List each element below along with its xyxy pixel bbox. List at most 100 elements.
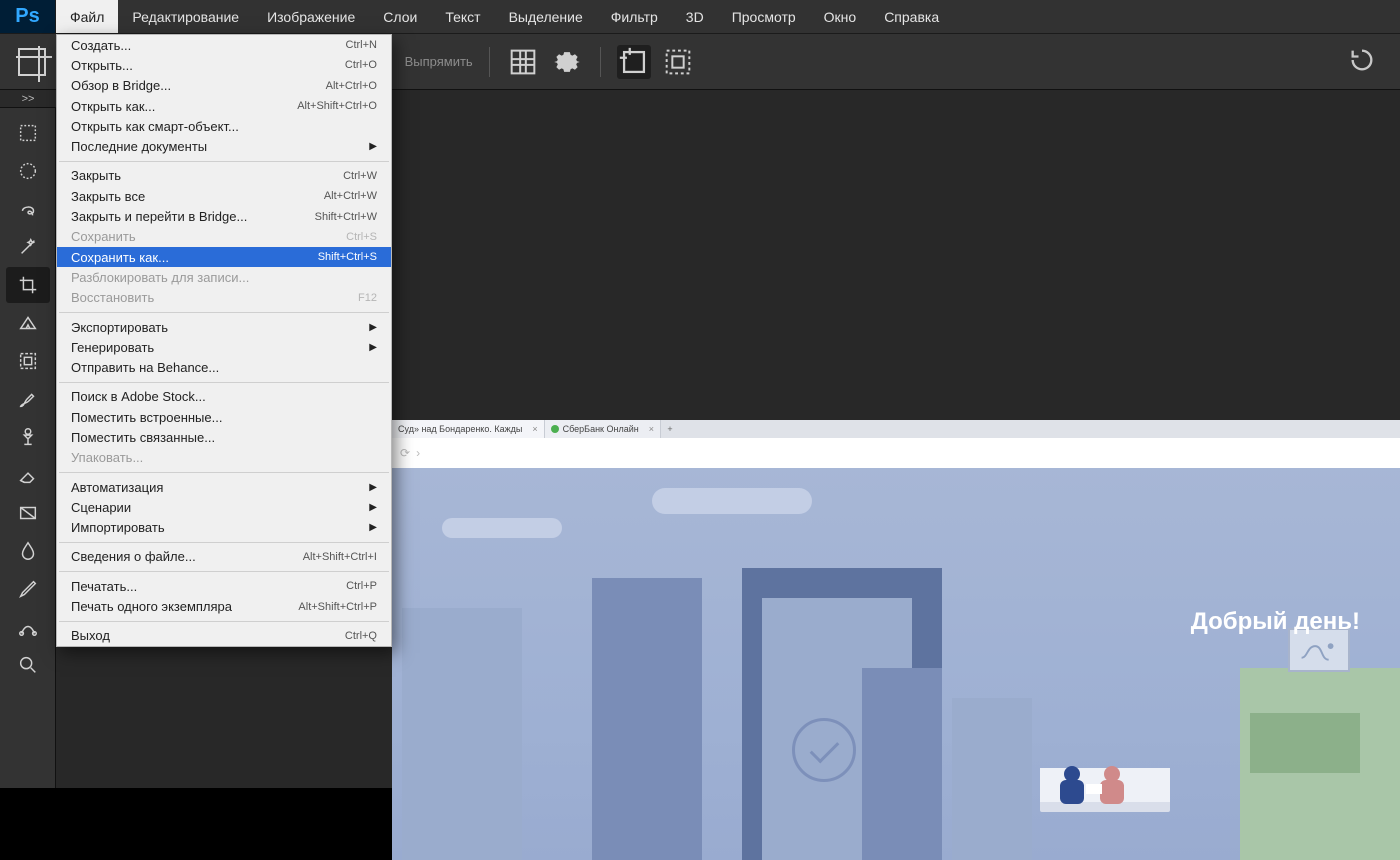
menu-item-label: Закрыть (71, 168, 121, 183)
menu-item-shortcut: Ctrl+P (346, 580, 377, 592)
menu-separator (59, 472, 389, 473)
menu-item[interactable]: Последние документы▶ (57, 136, 391, 156)
menu-item-shortcut: F12 (358, 292, 377, 304)
browser-tab[interactable]: СберБанк Онлайн × (545, 420, 661, 438)
menu-item[interactable]: Поместить встроенные... (57, 407, 391, 427)
menu-item-label: Экспортировать (71, 320, 168, 335)
menu-item-label: Открыть как... (71, 99, 155, 114)
menubar-item-файл[interactable]: Файл (56, 0, 118, 33)
magic-wand-tool[interactable] (6, 229, 50, 265)
menu-item[interactable]: Сохранить как...Shift+Ctrl+S (57, 247, 391, 267)
ellipse-marquee-tool[interactable] (6, 153, 50, 189)
crop-tool-icon (18, 48, 46, 76)
menu-item[interactable]: Сведения о файле...Alt+Shift+Ctrl+I (57, 547, 391, 567)
reload-icon[interactable]: ⟳ (400, 446, 410, 460)
reset-icon[interactable] (1348, 46, 1376, 79)
menubar-item-справка[interactable]: Справка (870, 0, 953, 33)
menu-item-label: Поиск в Adobe Stock... (71, 389, 206, 404)
close-tab-icon[interactable]: × (532, 424, 537, 434)
close-tab-icon[interactable]: × (649, 424, 654, 434)
menu-item-label: Восстановить (71, 290, 154, 305)
settings-icon[interactable] (550, 45, 584, 79)
menu-item[interactable]: Открыть как смарт-объект... (57, 116, 391, 136)
document: Суд» над Бондаренко. Кажды × СберБанк Он… (392, 420, 1400, 860)
straighten-label: Выпрямить (405, 54, 473, 69)
building-shape (862, 668, 942, 860)
grid-overlay-icon[interactable] (506, 45, 540, 79)
file-menu: Создать...Ctrl+NОткрыть...Ctrl+OОбзор в … (56, 34, 392, 647)
menu-item[interactable]: Открыть как...Alt+Shift+Ctrl+O (57, 96, 391, 116)
menu-item[interactable]: Отправить на Behance... (57, 357, 391, 377)
menu-item[interactable]: Генерировать▶ (57, 337, 391, 357)
menu-separator (59, 621, 389, 622)
menu-item[interactable]: Автоматизация ▶ (57, 477, 391, 497)
greeting-text: Добрый день! (1191, 608, 1360, 636)
brush-tool[interactable] (6, 381, 50, 417)
path-tool[interactable] (6, 609, 50, 645)
menubar-item-просмотр[interactable]: Просмотр (718, 0, 810, 33)
menu-item-label: Поместить встроенные... (71, 410, 222, 425)
crop-tool[interactable] (6, 267, 50, 303)
menu-item-label: Обзор в Bridge... (71, 78, 171, 93)
menu-item[interactable]: Поместить связанные... (57, 427, 391, 447)
menu-separator (59, 571, 389, 572)
clone-tool[interactable] (6, 419, 50, 455)
favicon-icon (551, 425, 559, 433)
blur-tool[interactable] (6, 533, 50, 569)
delete-cropped-icon[interactable] (617, 45, 651, 79)
frame-tool[interactable] (6, 343, 50, 379)
menu-item-label: Упаковать... (71, 450, 143, 465)
menu-item[interactable]: Печатать...Ctrl+P (57, 576, 391, 596)
submenu-arrow-icon: ▶ (369, 502, 377, 513)
menu-item-label: Разблокировать для записи... (71, 270, 249, 285)
menu-item-shortcut: Alt+Ctrl+O (326, 80, 377, 92)
rect-marquee-tool[interactable] (6, 115, 50, 151)
menu-item[interactable]: Создать...Ctrl+N (57, 35, 391, 55)
cloud-shape (652, 488, 812, 514)
app-logo: Ps (0, 0, 56, 33)
menu-item[interactable]: Импортировать▶ (57, 518, 391, 538)
menubar-item-слои[interactable]: Слои (369, 0, 431, 33)
menu-item-shortcut: Shift+Ctrl+W (315, 211, 377, 223)
new-tab-button[interactable]: + (661, 420, 679, 438)
submenu-arrow-icon: ▶ (369, 322, 377, 333)
menu-item-label: Автоматизация (71, 480, 163, 495)
menu-item-shortcut: Alt+Shift+Ctrl+P (298, 601, 377, 613)
menu-item-shortcut: Alt+Ctrl+W (324, 190, 377, 202)
menubar-item-редактирование[interactable]: Редактирование (118, 0, 253, 33)
submenu-arrow-icon: ▶ (369, 342, 377, 353)
expand-panels-toggle[interactable]: >> (0, 90, 56, 108)
content-aware-icon[interactable] (661, 45, 695, 79)
menubar-item-текст[interactable]: Текст (431, 0, 494, 33)
gradient-tool[interactable] (6, 495, 50, 531)
menu-item[interactable]: Экспортировать ▶ (57, 317, 391, 337)
menu-item-label: Импортировать (71, 520, 165, 535)
submenu-arrow-icon: ▶ (369, 482, 377, 493)
menu-item[interactable]: Закрыть всеAlt+Ctrl+W (57, 186, 391, 206)
menu-item[interactable]: Сценарии▶ (57, 497, 391, 517)
browser-tab[interactable]: Суд» над Бондаренко. Кажды × (392, 420, 545, 438)
menu-item[interactable]: ВыходCtrl+Q (57, 626, 391, 646)
browser-address-bar[interactable]: ⟳ › (392, 438, 1400, 468)
eraser-tool[interactable] (6, 457, 50, 493)
lasso-tool[interactable] (6, 191, 50, 227)
menu-item[interactable]: Обзор в Bridge... Alt+Ctrl+O (57, 76, 391, 96)
menubar-item-фильтр[interactable]: Фильтр (597, 0, 672, 33)
menu-item[interactable]: ЗакрытьCtrl+W (57, 166, 391, 186)
menu-item-label: Выход (71, 628, 110, 643)
menu-item[interactable]: Закрыть и перейти в Bridge...Shift+Ctrl+… (57, 206, 391, 226)
zoom-tool[interactable] (6, 647, 50, 683)
menu-item-label: Сохранить как... (71, 250, 169, 265)
menu-item[interactable]: Открыть...Ctrl+O (57, 55, 391, 75)
menu-item-shortcut: Ctrl+S (346, 231, 377, 243)
menu-item[interactable]: Печать одного экземпляраAlt+Shift+Ctrl+P (57, 596, 391, 616)
slice-tool[interactable] (6, 305, 50, 341)
menubar-item-окно[interactable]: Окно (810, 0, 871, 33)
browser-tab-title: СберБанк Онлайн (563, 424, 639, 434)
pen-tool[interactable] (6, 571, 50, 607)
menubar-item-3d[interactable]: 3D (672, 0, 718, 33)
menu-item-shortcut: Ctrl+N (346, 39, 377, 51)
menubar-item-изображение[interactable]: Изображение (253, 0, 369, 33)
menu-item[interactable]: Поиск в Adobe Stock... (57, 387, 391, 407)
menubar-item-выделение[interactable]: Выделение (495, 0, 597, 33)
